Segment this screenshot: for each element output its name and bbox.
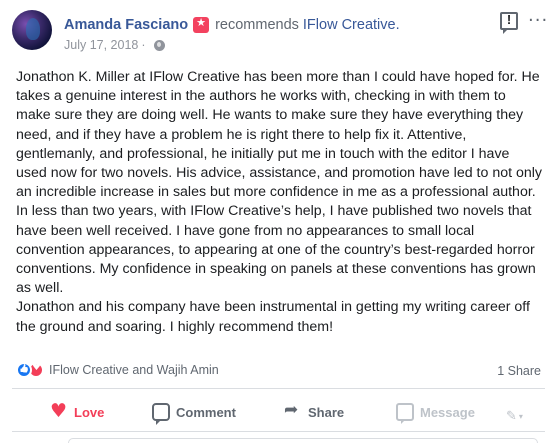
post-body: Jonathon K. Miller at IFlow Creative has… — [16, 68, 544, 337]
divider — [12, 431, 545, 432]
more-options-icon[interactable]: ··· — [528, 12, 548, 30]
divider — [12, 388, 545, 389]
post-paragraph: Jonathon and his company have been instr… — [16, 299, 530, 335]
post-header: Amanda Fasciano recommends IFlow Creativ… — [64, 15, 400, 35]
action-bar: Love Comment Share Message ✎ ▾ — [0, 396, 557, 428]
comment-label: Comment — [176, 404, 236, 420]
share-icon — [284, 400, 302, 421]
share-label: Share — [308, 404, 345, 420]
share-button[interactable]: Share — [284, 400, 344, 424]
recommends-text: recommends — [215, 17, 299, 33]
post-as-selector[interactable]: ✎ ▾ — [506, 404, 523, 428]
message-icon — [396, 403, 414, 424]
recommendation-post: Amanda Fasciano recommends IFlow Creativ… — [0, 0, 557, 443]
comment-button[interactable]: Comment — [152, 400, 236, 425]
message-button[interactable]: Message — [396, 400, 475, 424]
love-button[interactable]: Love — [50, 400, 104, 424]
chevron-down-icon: ▾ — [518, 411, 523, 421]
post-paragraph: In less than two years, with IFlow Creat… — [16, 203, 536, 297]
reactor-names[interactable]: IFlow Creative and Wajih Amin — [49, 363, 219, 377]
love-label: Love — [74, 404, 105, 420]
globe-icon[interactable] — [153, 39, 165, 51]
author-name[interactable]: Amanda Fasciano — [64, 17, 188, 33]
meta-separator: · — [141, 38, 146, 52]
message-label: Message — [420, 404, 475, 420]
pencil-icon: ✎ — [506, 408, 517, 424]
comment-input[interactable] — [68, 438, 538, 443]
like-icon — [16, 362, 32, 378]
comment-icon — [152, 403, 170, 425]
heart-icon — [50, 400, 68, 422]
recommendation-badge-icon — [193, 16, 210, 33]
author-avatar[interactable] — [12, 10, 52, 50]
report-icon[interactable] — [500, 12, 518, 34]
reactions-summary[interactable]: IFlow Creative and Wajih Amin — [16, 362, 219, 378]
share-count[interactable]: 1 Share — [497, 364, 541, 378]
page-link[interactable]: IFlow Creative. — [303, 17, 400, 33]
post-paragraph: Jonathon K. Miller at IFlow Creative has… — [16, 69, 543, 201]
post-meta: July 17, 2018 · — [64, 38, 165, 52]
post-date[interactable]: July 17, 2018 — [64, 38, 138, 52]
